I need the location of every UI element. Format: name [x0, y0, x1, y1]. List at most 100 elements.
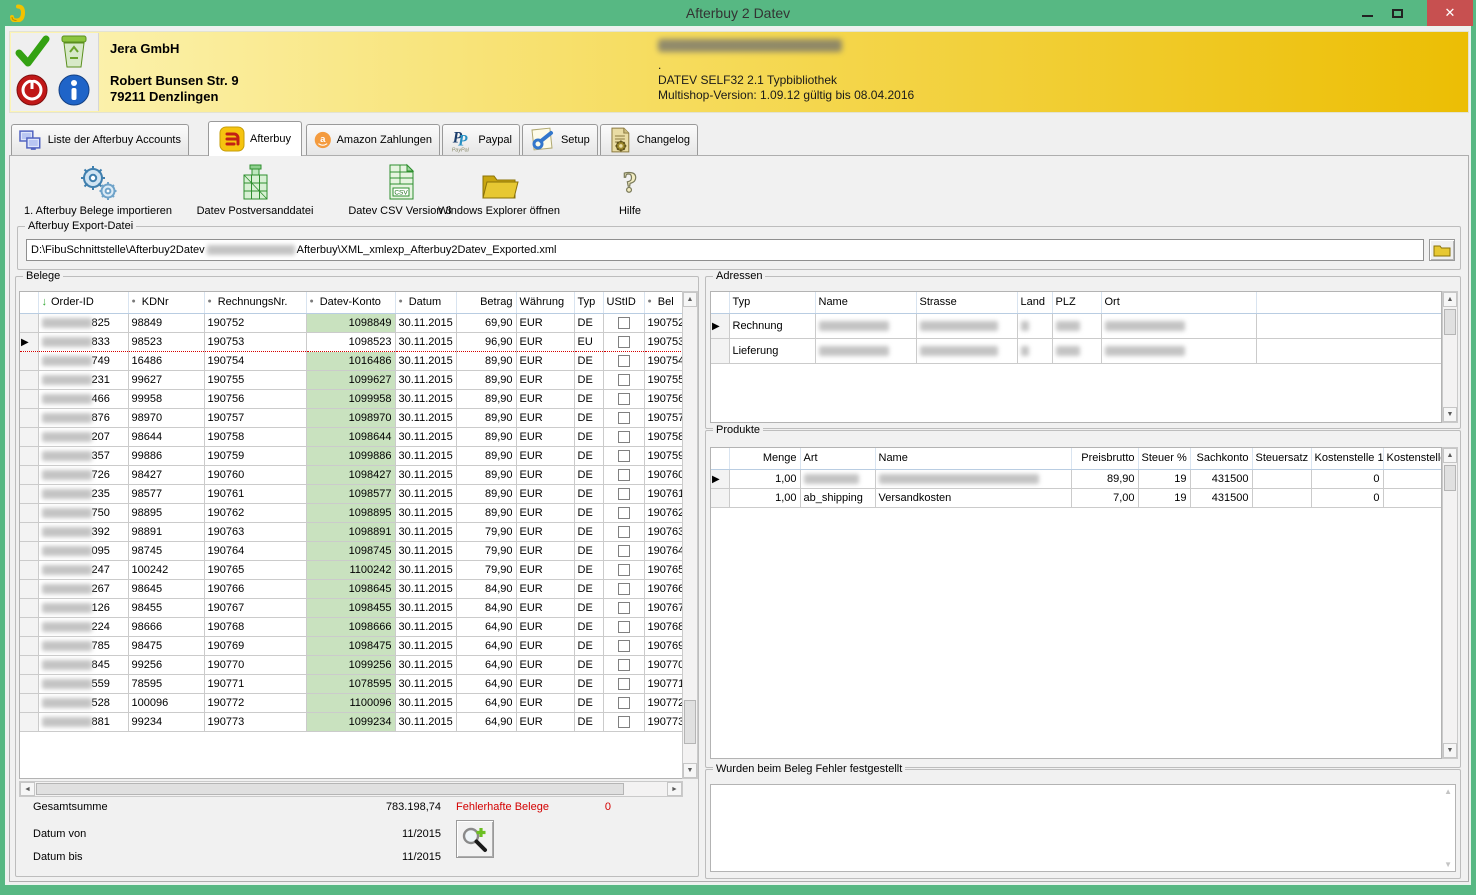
browse-file-button[interactable] [1429, 239, 1455, 261]
cell-waehrung[interactable]: EUR [516, 389, 574, 408]
cell-order-id[interactable]: 726 [38, 465, 128, 484]
cell-datev-konto[interactable]: 1099627 [306, 370, 395, 389]
cell-order-id[interactable]: 392 [38, 522, 128, 541]
ustid-checkbox[interactable] [618, 412, 630, 424]
cell-typ[interactable]: DE [574, 465, 603, 484]
cell-name[interactable] [815, 313, 916, 338]
cell-ustid[interactable] [603, 712, 644, 731]
cell-typ[interactable]: DE [574, 598, 603, 617]
cell-kdnr[interactable]: 99234 [128, 712, 204, 731]
cell-waehrung[interactable]: EUR [516, 636, 574, 655]
import-belege-button[interactable]: 1. Afterbuy Belege importieren [16, 162, 180, 217]
cell-betrag[interactable]: 84,90 [456, 598, 516, 617]
tab-paypal[interactable]: P P PayPal Paypal [442, 124, 520, 155]
cell-order-id[interactable]: 247 [38, 560, 128, 579]
cell-plz[interactable] [1052, 313, 1101, 338]
column-header-typ[interactable]: Typ [729, 292, 815, 313]
column-header-kostenstelle-1[interactable]: Kostenstelle 1 [1311, 448, 1383, 469]
cell-datum[interactable]: 30.11.2015 [395, 655, 456, 674]
scroll-left-arrow[interactable]: ◄ [20, 782, 35, 796]
ok-check-button[interactable] [14, 35, 50, 69]
row-selector-cell[interactable]: ▶ [711, 313, 729, 338]
ustid-checkbox[interactable] [618, 659, 630, 671]
cell-land[interactable] [1017, 338, 1052, 363]
cell-kdnr[interactable]: 98523 [128, 332, 204, 351]
cell-rechnungsnr[interactable]: 190756 [204, 389, 306, 408]
cell-kdnr[interactable]: 99958 [128, 389, 204, 408]
cell-betrag[interactable]: 89,90 [456, 427, 516, 446]
cell-kostenstelle1[interactable]: 0 [1311, 488, 1383, 507]
belege-row[interactable]: 26798645190766109864530.11.201584,90EURD… [20, 579, 683, 598]
belege-row[interactable]: 09598745190764109874530.11.201579,90EURD… [20, 541, 683, 560]
cell-kdnr[interactable]: 98891 [128, 522, 204, 541]
cell-betrag[interactable]: 89,90 [456, 465, 516, 484]
cell-land[interactable] [1017, 313, 1052, 338]
tab-amazon-zahlungen[interactable]: a Amazon Zahlungen [306, 124, 440, 155]
cell-kdnr[interactable]: 98666 [128, 617, 204, 636]
cell-beleg[interactable]: 190761 [644, 484, 683, 503]
cell-typ[interactable]: Rechnung [729, 313, 815, 338]
cell-kdnr[interactable]: 78595 [128, 674, 204, 693]
cell-art[interactable] [800, 469, 875, 488]
cell-ustid[interactable] [603, 446, 644, 465]
cell-plz[interactable] [1052, 338, 1101, 363]
cell-datev-konto[interactable]: 1099958 [306, 389, 395, 408]
ustid-checkbox[interactable] [618, 526, 630, 538]
cell-rechnungsnr[interactable]: 190755 [204, 370, 306, 389]
row-selector-cell[interactable] [20, 655, 38, 674]
ustid-checkbox[interactable] [618, 564, 630, 576]
row-selector-cell[interactable] [20, 313, 38, 332]
belege-row[interactable]: 35799886190759109988630.11.201589,90EURD… [20, 446, 683, 465]
cell-order-id[interactable]: 750 [38, 503, 128, 522]
ustid-checkbox[interactable] [618, 621, 630, 633]
belege-vscrollbar[interactable]: ▲ ▼ [682, 291, 698, 779]
cell-typ[interactable]: DE [574, 541, 603, 560]
cell-datum[interactable]: 30.11.2015 [395, 484, 456, 503]
ustid-checkbox[interactable] [618, 583, 630, 595]
row-selector-cell[interactable] [20, 389, 38, 408]
cell-datum[interactable]: 30.11.2015 [395, 598, 456, 617]
belege-row[interactable]: 12698455190767109845530.11.201584,90EURD… [20, 598, 683, 617]
cell-betrag[interactable]: 64,90 [456, 617, 516, 636]
cell-waehrung[interactable]: EUR [516, 408, 574, 427]
cell-datev-konto[interactable]: 1098645 [306, 579, 395, 598]
cell-ustid[interactable] [603, 522, 644, 541]
cell-ustid[interactable] [603, 465, 644, 484]
cell-datum[interactable]: 30.11.2015 [395, 408, 456, 427]
cell-kdnr[interactable]: 98849 [128, 313, 204, 332]
row-selector-cell[interactable] [20, 370, 38, 389]
cell-ustid[interactable] [603, 351, 644, 370]
tab-afterbuy[interactable]: Afterbuy [208, 121, 302, 156]
cell-kdnr[interactable]: 98475 [128, 636, 204, 655]
row-selector-cell[interactable] [711, 338, 729, 363]
cell-betrag[interactable]: 64,90 [456, 712, 516, 731]
cell-datev-konto[interactable]: 1099256 [306, 655, 395, 674]
scroll-up-arrow[interactable]: ▲ [1443, 448, 1457, 463]
row-selector-cell[interactable] [20, 522, 38, 541]
cell-kostenstelle2[interactable] [1383, 488, 1442, 507]
cell-datum[interactable]: 30.11.2015 [395, 503, 456, 522]
maximize-button[interactable] [1384, 0, 1410, 26]
ustid-checkbox[interactable] [618, 355, 630, 367]
adressen-row[interactable]: Lieferung [711, 338, 1442, 363]
cell-beleg[interactable]: 190752 [644, 313, 683, 332]
cell-betrag[interactable]: 89,90 [456, 370, 516, 389]
cell-ustid[interactable] [603, 541, 644, 560]
ustid-checkbox[interactable] [618, 602, 630, 614]
cell-strasse[interactable] [916, 313, 1017, 338]
cell-name[interactable]: Versandkosten [875, 488, 1071, 507]
cell-datev-konto[interactable]: 1098475 [306, 636, 395, 655]
scroll-right-arrow[interactable]: ► [667, 782, 682, 796]
column-header-betrag[interactable]: Betrag [456, 292, 516, 313]
cell-waehrung[interactable]: EUR [516, 674, 574, 693]
column-header-plz[interactable]: PLZ [1052, 292, 1101, 313]
cell-ustid[interactable] [603, 503, 644, 522]
ustid-checkbox[interactable] [618, 374, 630, 386]
ustid-checkbox[interactable] [618, 697, 630, 709]
cell-preisbrutto[interactable]: 89,90 [1071, 469, 1138, 488]
ustid-checkbox[interactable] [618, 507, 630, 519]
cell-datum[interactable]: 30.11.2015 [395, 389, 456, 408]
cell-beleg[interactable]: 190756 [644, 389, 683, 408]
cell-ustid[interactable] [603, 655, 644, 674]
cell-datev-konto[interactable]: 1100096 [306, 693, 395, 712]
